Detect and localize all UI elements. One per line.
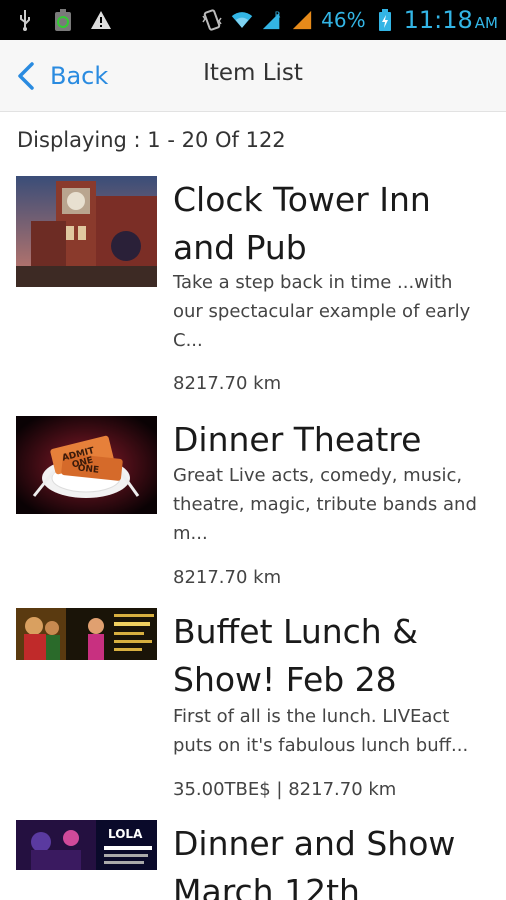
battery-charging-icon [374, 8, 396, 32]
signal-icon [291, 8, 313, 32]
item-title: Dinner and Show March 12th [173, 824, 456, 900]
item-thumbnail: LOLA [16, 820, 157, 870]
results-count: Displaying : 1 - 20 Of 122 [17, 128, 286, 152]
battery-percent: 46% [321, 8, 366, 32]
item-distance: 8217.70 km [173, 567, 282, 588]
item-description: Take a step back in time ...with our spe… [173, 272, 471, 351]
item-distance: 8217.70 km [173, 373, 282, 394]
usb-icon [14, 8, 36, 32]
item-distance: 35.00TBE$ | 8217.70 km [173, 779, 397, 800]
item-thumbnail [16, 608, 157, 660]
battery-saver-icon [52, 8, 74, 32]
warning-icon [90, 8, 112, 32]
item-thumbnail: ADMIT ONE ONE [16, 416, 157, 514]
page-title: Item List [203, 60, 303, 86]
item-description: First of all is the lunch. LIVEact puts … [173, 706, 469, 756]
svg-text:LOLA: LOLA [108, 827, 143, 841]
status-bar: R 46% 11:18 AM [0, 0, 506, 40]
status-ampm: AM [474, 14, 498, 32]
item-title: Clock Tower Inn and Pub [173, 180, 431, 267]
item-description: Great Live acts, comedy, music, theatre,… [173, 465, 477, 544]
item-thumbnail [16, 176, 157, 287]
item-title: Dinner Theatre [173, 420, 422, 459]
svg-text:R: R [275, 9, 281, 19]
navigation-bar: Back Item List [0, 40, 506, 112]
vibrate-icon [201, 8, 223, 32]
status-time: 11:18 [403, 6, 473, 34]
wifi-icon [231, 8, 253, 32]
item-title: Buffet Lunch & Show! Feb 28 [173, 612, 418, 699]
signal-roaming-icon: R [261, 8, 283, 32]
